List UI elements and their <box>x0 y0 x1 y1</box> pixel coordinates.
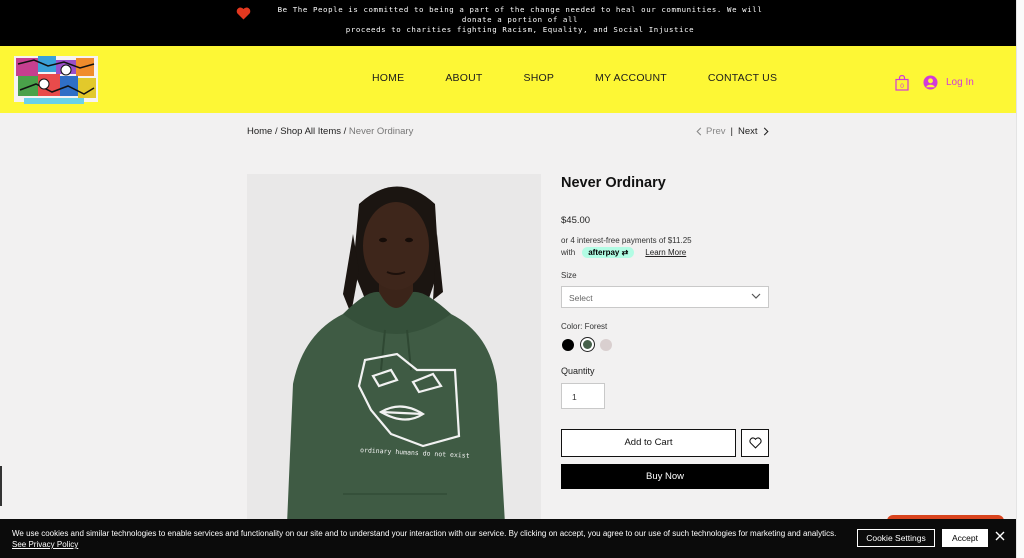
next-link[interactable]: Next <box>738 126 758 137</box>
size-select[interactable]: Select <box>561 286 769 308</box>
nav-contact-us[interactable]: CONTACT US <box>708 72 777 84</box>
announcement-bar: Be The People is committed to being a pa… <box>0 0 1016 46</box>
announcement-text: Be The People is committed to being a pa… <box>270 5 770 35</box>
breadcrumb-separator: / <box>341 126 349 137</box>
buy-now-button[interactable]: Buy Now <box>561 464 769 489</box>
cookie-settings-button[interactable]: Cookie Settings <box>857 529 935 547</box>
hoodie-model-illustration: ordinary humans do not exist <box>247 174 541 524</box>
chevron-right-icon[interactable] <box>763 127 769 136</box>
nav-shop[interactable]: SHOP <box>523 72 554 84</box>
shopping-bag-icon[interactable]: 0 <box>895 75 909 91</box>
user-avatar-icon <box>923 75 938 90</box>
color-swatch-black[interactable] <box>562 339 574 351</box>
chevron-left-icon[interactable] <box>696 127 702 136</box>
cart-count: 0 <box>900 83 904 90</box>
afterpay-with-label: with <box>561 248 576 257</box>
cookie-banner: We use cookies and similar technologies … <box>0 519 1016 558</box>
afterpay-logo: afterpay ⇄ <box>582 247 635 258</box>
main-nav: HOME ABOUT SHOP MY ACCOUNT CONTACT US <box>372 72 777 84</box>
login-label: Log In <box>946 77 974 88</box>
breadcrumb: Home / Shop All Items / Never Ordinary <box>247 126 413 137</box>
pager-separator: | <box>730 126 734 137</box>
color-label: Color: Forest <box>561 322 608 331</box>
site-logo[interactable] <box>14 50 98 106</box>
privacy-policy-link[interactable]: See Privacy Policy <box>12 540 78 549</box>
product-price: $45.00 <box>561 215 591 226</box>
color-swatch-forest-fill <box>583 340 592 349</box>
add-to-cart-button[interactable]: Add to Cart <box>561 429 736 457</box>
color-swatch-light-pink[interactable] <box>600 339 612 351</box>
product-title: Never Ordinary <box>561 175 666 191</box>
size-label: Size <box>561 271 577 280</box>
wishlist-button[interactable] <box>741 429 769 457</box>
side-tab[interactable] <box>0 466 2 506</box>
quantity-label: Quantity <box>561 366 595 376</box>
size-select-value: Select <box>569 293 593 303</box>
afterpay-logo-text: afterpay <box>588 248 620 257</box>
nav-my-account[interactable]: MY ACCOUNT <box>595 72 667 84</box>
prev-link[interactable]: Prev <box>706 126 726 137</box>
learn-more-link[interactable]: Learn More <box>645 248 686 257</box>
site-header: HOME ABOUT SHOP MY ACCOUNT CONTACT US 0 … <box>0 46 1016 113</box>
heart-outline-icon <box>749 437 762 449</box>
product-pager: Prev | Next <box>696 126 769 137</box>
login-button[interactable]: Log In <box>923 75 974 90</box>
nav-about[interactable]: ABOUT <box>445 72 482 84</box>
chevron-down-icon <box>751 293 761 299</box>
announcement-line-1: Be The People is committed to being a pa… <box>277 5 763 24</box>
cookie-text: We use cookies and similar technologies … <box>12 528 850 550</box>
quantity-value: 1 <box>572 392 577 402</box>
afterpay-row: with afterpay ⇄ Learn More <box>561 247 686 258</box>
quantity-input[interactable]: 1 <box>561 383 605 409</box>
heart-icon <box>236 7 251 20</box>
accept-cookies-button[interactable]: Accept <box>942 529 988 547</box>
announcement-line-2: proceeds to charities fighting Racism, E… <box>345 25 695 34</box>
nav-home[interactable]: HOME <box>372 72 404 84</box>
breadcrumb-current: Never Ordinary <box>348 126 414 137</box>
breadcrumb-shop[interactable]: Shop All Items <box>280 126 341 137</box>
page-scrollbar[interactable] <box>1016 0 1024 558</box>
color-swatch-forest[interactable] <box>580 337 595 352</box>
breadcrumb-home[interactable]: Home <box>247 126 272 137</box>
close-icon[interactable] <box>995 531 1005 541</box>
installments-text: or 4 interest-free payments of $11.25 <box>561 236 692 245</box>
cookie-message: We use cookies and similar technologies … <box>12 529 837 538</box>
product-image[interactable]: ordinary humans do not exist <box>247 174 541 524</box>
